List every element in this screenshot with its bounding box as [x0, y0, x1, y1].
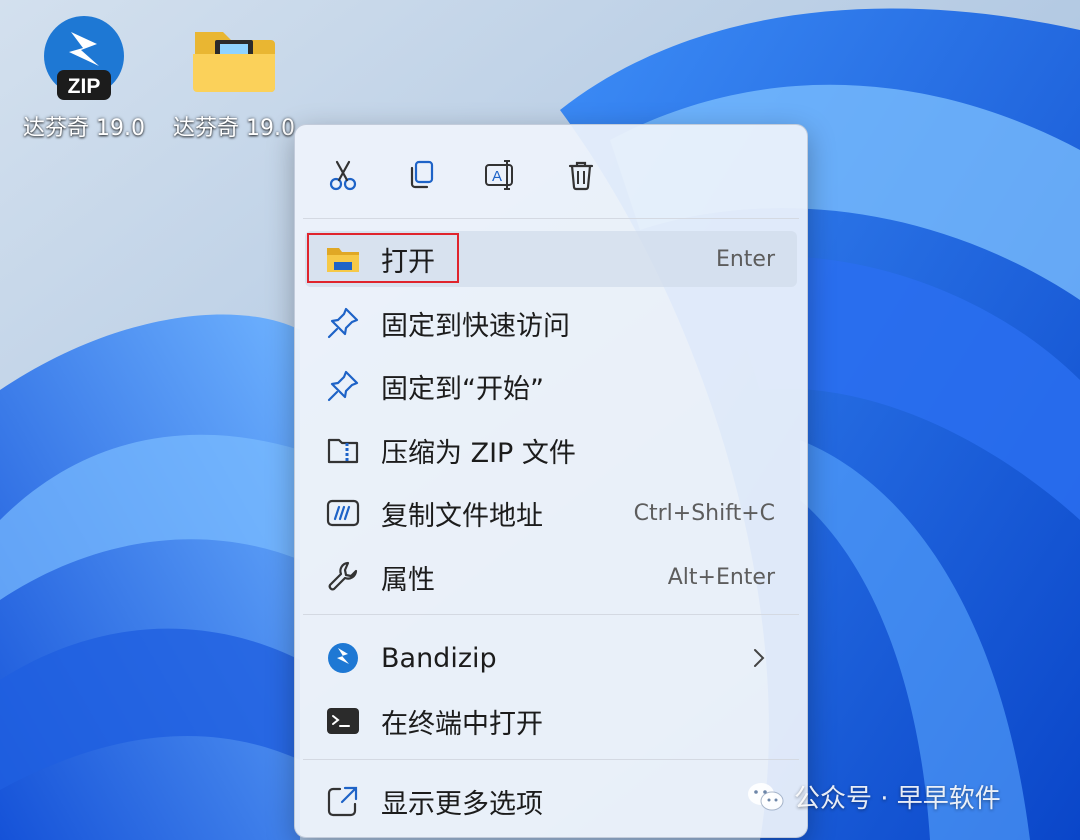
menu-item-properties[interactable]: 属性 Alt+Enter [305, 549, 797, 605]
menu-item-open-terminal[interactable]: 在终端中打开 [305, 693, 797, 749]
terminal-icon [323, 701, 363, 741]
delete-button[interactable] [557, 151, 605, 199]
rename-button[interactable]: A [477, 151, 525, 199]
context-menu-toolbar: A [295, 125, 807, 219]
chevron-right-icon [754, 649, 765, 667]
menu-item-pin-start[interactable]: 固定到“开始” [305, 358, 797, 414]
menu-item-shortcut: Alt+Enter [667, 564, 775, 590]
folder-icon [189, 14, 279, 104]
menu-item-label: 复制文件地址 [381, 500, 543, 532]
menu-separator [303, 759, 799, 760]
bandizip-zip-icon: ZIP [39, 14, 129, 104]
menu-item-bandizip[interactable]: Bandizip [305, 630, 797, 686]
desktop-icon-folder[interactable]: 达芬奇 19.0 [164, 14, 304, 142]
copy-icon [410, 160, 434, 189]
watermark: 公众号 · 早早软件 [746, 778, 1001, 815]
menu-item-shortcut: Ctrl+Shift+C [633, 500, 775, 526]
menu-item-show-more-options[interactable]: 显示更多选项 [305, 773, 797, 829]
watermark-text: 公众号 · 早早软件 [794, 784, 1001, 814]
menu-item-label: 在终端中打开 [381, 708, 543, 740]
menu-item-copy-path[interactable]: 复制文件地址 Ctrl+Shift+C [305, 485, 797, 541]
menu-item-open[interactable]: 打开 Enter [305, 231, 797, 287]
menu-separator [303, 614, 799, 615]
menu-item-shortcut: Enter [715, 246, 775, 272]
show-more-icon [323, 781, 363, 821]
menu-item-label: 打开 [381, 246, 435, 278]
pin-icon [323, 366, 363, 406]
wechat-icon [748, 782, 784, 810]
zip-badge-text: ZIP [68, 75, 101, 98]
scissors-icon [329, 160, 357, 191]
menu-item-label: 固定到快速访问 [381, 310, 570, 342]
desktop-icon-zip-archive[interactable]: ZIP 达芬奇 19.0 [14, 14, 154, 142]
wrench-icon [323, 557, 363, 597]
rename-icon: A [485, 160, 513, 190]
copy-button[interactable] [397, 151, 445, 199]
menu-item-label: 显示更多选项 [381, 788, 543, 820]
svg-text:A: A [492, 168, 502, 185]
desktop-icon-label: 达芬奇 19.0 [23, 116, 145, 141]
menu-item-label: 固定到“开始” [381, 373, 544, 405]
pin-icon [323, 303, 363, 343]
zip-folder-icon [323, 430, 363, 470]
bandizip-icon [323, 638, 363, 678]
menu-item-label: Bandizip [381, 642, 497, 674]
menu-separator [303, 218, 799, 219]
folder-open-icon [323, 239, 363, 279]
menu-item-label: 压缩为 ZIP 文件 [381, 437, 576, 469]
menu-item-pin-quick-access[interactable]: 固定到快速访问 [305, 295, 797, 351]
copy-path-icon [323, 493, 363, 533]
menu-item-compress-zip[interactable]: 压缩为 ZIP 文件 [305, 422, 797, 478]
menu-item-label: 属性 [381, 564, 435, 596]
desktop-icon-label: 达芬奇 19.0 [173, 116, 295, 141]
cut-button[interactable] [319, 151, 367, 199]
context-menu: A 打开 Enter 固定到快速访问 固定到“开始” 压缩为 ZIP 文件 复制… [294, 124, 808, 838]
trash-icon [568, 161, 594, 191]
